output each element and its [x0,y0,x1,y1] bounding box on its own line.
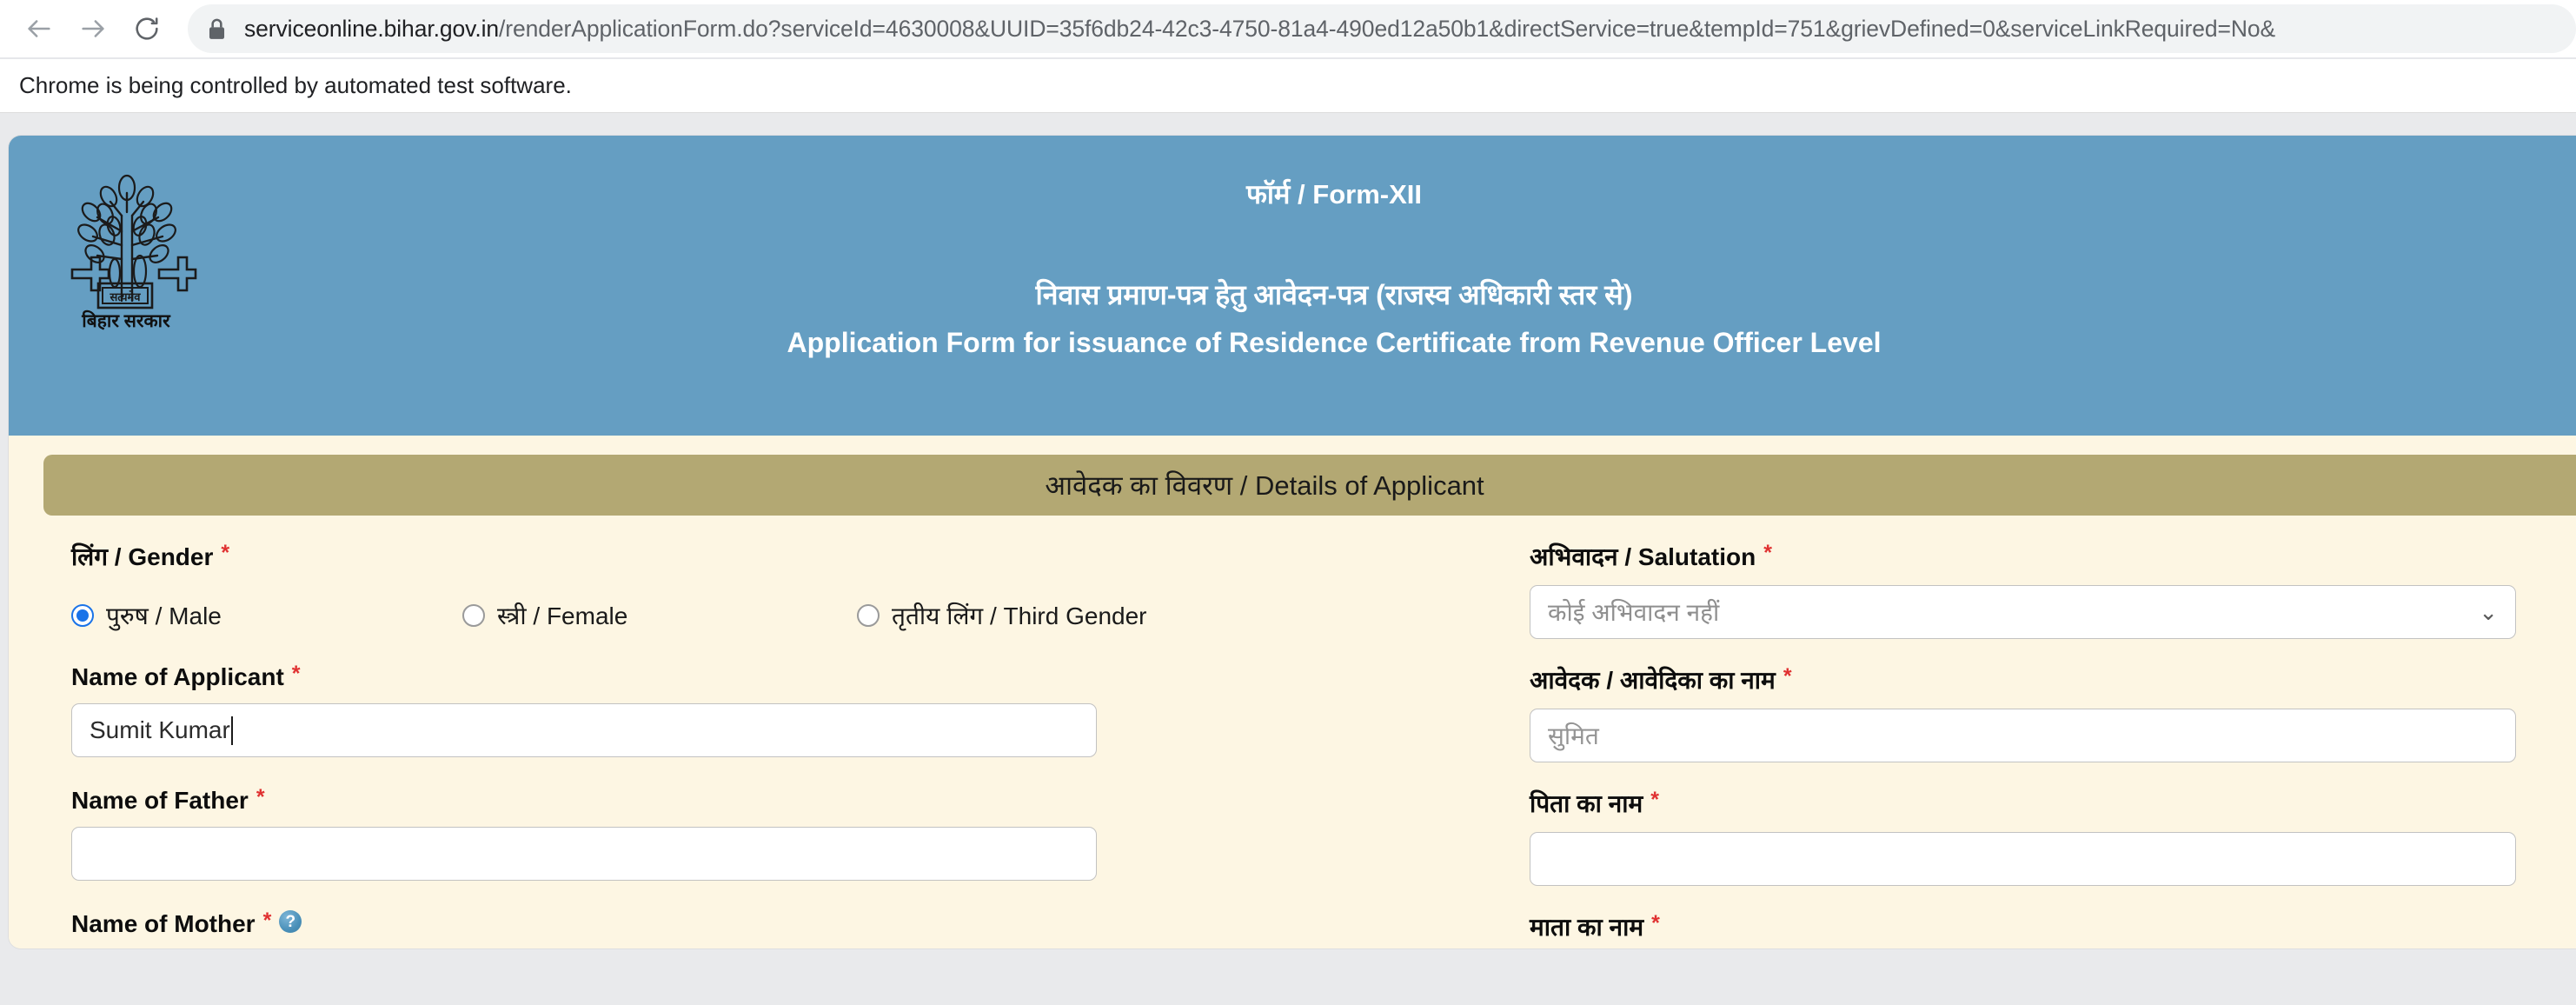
applicant-name-hindi-placeholder: सुमित [1548,722,1599,749]
url-host: serviceonline.bihar.gov.in [244,15,500,42]
padlock-glyph [209,18,225,39]
required-marker: * [256,784,265,809]
reload-button[interactable] [120,2,174,56]
name-of-applicant-label-text: Name of Applicant [71,663,284,690]
required-marker: * [1651,910,1660,935]
required-marker: * [262,908,272,933]
gender-option-third-gender-label: तृतीय लिंग / Third Gender [892,602,1147,629]
back-button[interactable] [12,2,66,56]
name-of-mother-label: Name of Mother * ? [71,886,1521,943]
form-col-left-gender: लिंग / Gender * पुरुष / Male स्त्री / Fe… [43,516,1521,639]
applicant-name-hindi-label-text: आवेदक / आवेदिका का नाम [1530,667,1776,694]
form-col-left-father-name-en: Name of Father * [43,762,1521,886]
back-arrow-icon [28,20,50,37]
applicant-name-hindi-label: आवेदक / आवेदिका का नाम * [1530,639,2516,702]
address-bar[interactable]: serviceonline.bihar.gov.in/renderApplica… [188,4,2576,53]
gender-option-female[interactable]: स्त्री / Female [462,599,857,632]
emblem-inner-text: सत्यमेव [109,290,141,303]
father-name-hindi-label: पिता का नाम * [1530,762,2516,825]
url-path: /renderApplicationForm.do?serviceId=4630… [499,15,2276,42]
gender-option-female-label: स्त्री / Female [497,602,628,629]
form-title-hindi: निवास प्रमाण-पत्र हेतु आवेदन-पत्र (राजस्… [1035,279,1633,310]
form-number-title: फॉर्म / Form-XII [1245,179,1423,210]
form-header-banner: सत्यमेव बिहार सरकार फॉर्म / Form-XII निव… [9,136,2576,436]
salutation-selected-value: कोई अभिवादन नहीं [1548,599,1720,626]
required-marker: * [1763,540,1772,565]
form-fields-grid: लिंग / Gender * पुरुष / Male स्त्री / Fe… [9,516,2576,948]
bihar-government-emblem-icon: सत्यमेव बिहार सरकार [50,162,206,336]
automation-infobar-message: Chrome is being controlled by automated … [19,72,572,98]
father-name-hindi-label-text: पिता का नाम [1530,790,1643,817]
form-col-right-father-name-hi: पिता का नाम * [1521,762,2576,886]
father-name-hindi-input[interactable] [1530,832,2516,886]
gender-option-male[interactable]: पुरुष / Male [71,599,462,632]
mother-name-hindi-label: माता का नाम * [1530,886,2508,948]
section-header-title: आवेदक का विवरण / Details of Applicant [1045,470,1484,501]
form-col-left-mother-name-en: Name of Mother * ? [43,886,1521,948]
chevron-down-icon: ⌄ [2479,598,2498,625]
required-marker: * [1783,663,1792,689]
help-icon[interactable]: ? [279,910,302,933]
form-col-right-mother-name-hi: माता का नाम * [1521,886,2573,948]
automation-infobar: Chrome is being controlled by automated … [0,59,2576,113]
forward-button[interactable] [66,2,120,56]
gender-option-male-label: पुरुष / Male [106,602,222,629]
mother-name-hindi-label-text: माता का नाम [1530,914,1644,941]
name-of-applicant-label: Name of Applicant * [71,639,1521,696]
radio-button-third-gender[interactable] [857,604,880,627]
emblem-caption: बिहार सरकार [81,309,171,331]
required-marker: * [291,661,301,686]
form-row-father-name: Name of Father * पिता का नाम * [43,762,2573,886]
name-of-applicant-input[interactable]: Sumit Kumar [71,703,1097,757]
name-of-mother-label-text: Name of Mother [71,910,256,937]
section-header-applicant-details: आवेदक का विवरण / Details of Applicant [43,455,2576,516]
text-cursor [230,715,233,745]
lock-icon [207,17,227,41]
url-text: serviceonline.bihar.gov.in/renderApplica… [244,16,2275,43]
form-col-right-salutation: अभिवादन / Salutation * कोई अभिवादन नहीं … [1521,516,2576,639]
forward-arrow-icon [82,20,104,37]
form-col-right-applicant-name-hi: आवेदक / आवेदिका का नाम * सुमित [1521,639,2576,762]
name-of-father-label: Name of Father * [71,762,1521,820]
salutation-select[interactable]: कोई अभिवादन नहीं ⌄ [1530,585,2516,639]
name-of-applicant-value: Sumit Kumar [90,716,230,743]
gender-label-text: लिंग / Gender [71,543,214,570]
form-col-left-applicant-name-en: Name of Applicant * Sumit Kumar [43,639,1521,762]
radio-button-male[interactable] [71,604,94,627]
required-marker: * [221,540,230,565]
browser-toolbar: serviceonline.bihar.gov.in/renderApplica… [0,0,2576,59]
gender-option-third-gender[interactable]: तृतीय लिंग / Third Gender [857,599,1147,632]
gender-radio-group: पुरुष / Male स्त्री / Female तृतीय लिंग … [71,578,1521,636]
applicant-name-hindi-input[interactable]: सुमित [1530,709,2516,762]
radio-button-female[interactable] [462,604,485,627]
form-row-gender-salutation: लिंग / Gender * पुरुष / Male स्त्री / Fe… [43,516,2573,639]
emblem-svg: सत्यमेव बिहार सरकार [70,174,197,331]
form-row-applicant-name: Name of Applicant * Sumit Kumar आवेदक / … [43,639,2573,762]
name-of-father-input[interactable] [71,827,1097,881]
header-title-block: फॉर्म / Form-XII निवास प्रमाण-पत्र हेतु … [9,136,2576,359]
required-marker: * [1650,787,1659,812]
salutation-label-text: अभिवादन / Salutation [1530,543,1756,570]
application-form-card: सत्यमेव बिहार सरकार फॉर्म / Form-XII निव… [9,136,2576,948]
form-title-english: Application Form for issuance of Residen… [787,327,1882,358]
salutation-label: अभिवादन / Salutation * [1530,516,2516,578]
gender-label: लिंग / Gender * [71,516,1521,578]
form-row-mother-name: Name of Mother * ? माता का नाम * [43,886,2573,948]
form-body: आवेदक का विवरण / Details of Applicant लि… [9,436,2576,948]
name-of-father-label-text: Name of Father [71,787,249,814]
reload-icon [136,17,158,40]
page-viewport: सत्यमेव बिहार सरकार फॉर्म / Form-XII निव… [0,113,2576,1005]
